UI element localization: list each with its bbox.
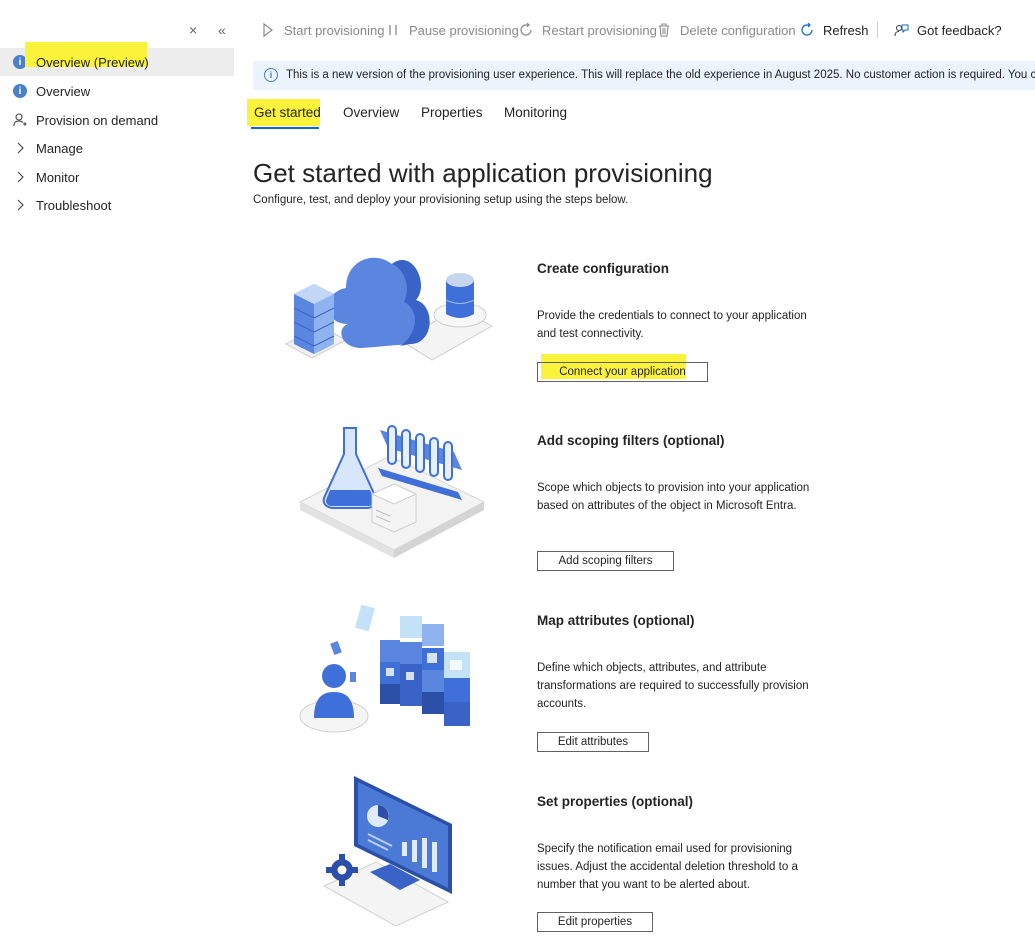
restart-provisioning-button[interactable]: Restart provisioning: [518, 18, 657, 42]
tab-monitoring[interactable]: Monitoring: [504, 105, 567, 120]
tab-overview[interactable]: Overview: [343, 105, 399, 120]
cloud-server-illustration: [284, 257, 494, 361]
page-title: Get started with application provisionin…: [253, 158, 713, 188]
nav-item-overview-preview[interactable]: i Overview (Preview): [0, 42, 234, 76]
info-icon: i: [13, 84, 27, 98]
tab-get-started[interactable]: Get started: [254, 105, 321, 120]
button-label: Connect your application: [559, 366, 686, 378]
nav-item-label: Overview: [36, 84, 91, 99]
step-title: Add scoping filters (optional): [537, 433, 725, 448]
step-description: Scope which objects to provision into yo…: [537, 482, 810, 512]
refresh-button[interactable]: Refresh: [799, 18, 869, 42]
chevron-right-icon: [17, 171, 24, 183]
nav-item-label: Overview (Preview): [36, 55, 149, 70]
delete-configuration-label: Delete configuration: [680, 22, 796, 38]
play-icon: [263, 22, 273, 38]
step-title: Create configuration: [537, 261, 670, 276]
nav-item-label: Troubleshoot: [36, 198, 112, 213]
step-title: Map attributes (optional): [537, 613, 695, 628]
nav-item-label: Manage: [36, 141, 83, 156]
info-icon: i: [264, 68, 278, 82]
attribute-mapping-illustration: [299, 604, 470, 733]
trash-icon: [659, 23, 669, 37]
tab-properties[interactable]: Properties: [421, 105, 483, 120]
left-navigation: × « i Overview (Preview) i Overview Prov…: [0, 0, 236, 938]
restart-icon: [520, 22, 532, 36]
page-subtitle: Configure, test, and deploy your provisi…: [253, 194, 629, 206]
nav-item-label: Monitor: [36, 170, 80, 185]
chevron-right-icon: [17, 199, 24, 211]
edit-properties-button[interactable]: Edit properties: [537, 912, 653, 932]
nav-item-manage[interactable]: Manage: [0, 134, 234, 162]
nav-item-troubleshoot[interactable]: Troubleshoot: [0, 191, 234, 219]
active-tab-indicator: [251, 127, 319, 129]
connect-your-application-button[interactable]: Connect your application: [537, 362, 708, 382]
step-description: Provide the credentials to connect to yo…: [537, 310, 807, 340]
pause-provisioning-button[interactable]: Pause provisioning: [385, 18, 519, 42]
edit-attributes-button[interactable]: Edit attributes: [537, 732, 649, 752]
feedback-icon: [894, 24, 909, 37]
pause-icon: [389, 25, 397, 35]
nav-item-overview[interactable]: i Overview: [0, 77, 234, 105]
nav-item-label: Provision on demand: [36, 113, 159, 128]
banner-text: This is a new version of the provisionin…: [286, 69, 1035, 81]
feedback-button[interactable]: Got feedback?: [893, 18, 1002, 42]
add-scoping-filters-button[interactable]: Add scoping filters: [537, 551, 674, 571]
monitor-dashboard-illustration: [322, 776, 452, 927]
nav-item-provision-on-demand[interactable]: Provision on demand: [0, 106, 234, 134]
step-description: Define which objects, attributes, and at…: [537, 662, 809, 710]
feedback-label: Got feedback?: [917, 22, 1002, 38]
refresh-label: Refresh: [823, 22, 869, 38]
person-icon: [13, 113, 27, 127]
step-title: Set properties (optional): [537, 794, 694, 809]
refresh-icon: [801, 22, 813, 36]
delete-configuration-button[interactable]: Delete configuration: [656, 18, 796, 42]
pause-provisioning-label: Pause provisioning: [409, 22, 519, 38]
start-provisioning-button[interactable]: Start provisioning: [260, 18, 384, 42]
collapse-icon[interactable]: «: [218, 22, 226, 38]
toolbar-divider: [877, 22, 878, 38]
chevron-right-icon: [17, 142, 24, 154]
info-banner: i This is a new version of the provision…: [253, 61, 1035, 90]
step-description: Specify the notification email used for …: [537, 843, 798, 891]
start-provisioning-label: Start provisioning: [284, 22, 385, 38]
close-icon[interactable]: ×: [189, 22, 197, 38]
nav-item-monitor[interactable]: Monitor: [0, 163, 234, 191]
lab-flask-illustration: [298, 425, 486, 558]
restart-provisioning-label: Restart provisioning: [542, 22, 657, 38]
